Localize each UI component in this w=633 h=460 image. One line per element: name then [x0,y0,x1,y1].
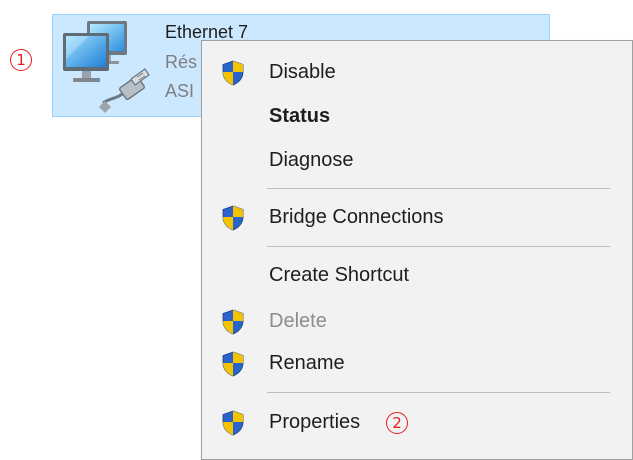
uac-shield-icon [222,410,244,436]
menu-separator [267,246,610,247]
menu-item-label: Bridge Connections [269,206,444,228]
menu-item-delete[interactable]: Delete [202,301,632,341]
menu-item-label: Rename [269,352,345,374]
menu-item-rename[interactable]: Rename [202,343,632,383]
menu-item-bridge-connections[interactable]: Bridge Connections [202,197,632,237]
menu-separator [267,392,610,393]
menu-item-label: Delete [269,310,327,332]
uac-shield-icon [222,309,244,335]
menu-item-label: Status [269,105,331,127]
menu-item-disable[interactable]: Disable [202,52,632,92]
step-marker-1: 1 [10,49,32,71]
context-menu: Disable Status Diagnose Bridge Connectio… [201,40,633,460]
menu-item-properties[interactable]: Properties [202,402,632,442]
menu-item-diagnose[interactable]: Diagnose [202,140,632,180]
menu-item-label: Properties [269,411,361,433]
menu-item-create-shortcut[interactable]: Create Shortcut [202,255,632,295]
uac-shield-icon [222,60,244,86]
menu-item-status[interactable]: Status [202,96,632,136]
uac-shield-icon [222,205,244,231]
adapter-status: Rés [165,52,198,72]
menu-item-label: Diagnose [269,149,354,171]
menu-item-label: Disable [269,61,336,83]
adapter-device: ASI [165,81,195,101]
step-marker-2: 2 [386,412,408,434]
network-adapter-icon [63,21,150,113]
menu-item-label: Create Shortcut [269,264,410,286]
menu-separator [267,188,610,189]
uac-shield-icon [222,351,244,377]
